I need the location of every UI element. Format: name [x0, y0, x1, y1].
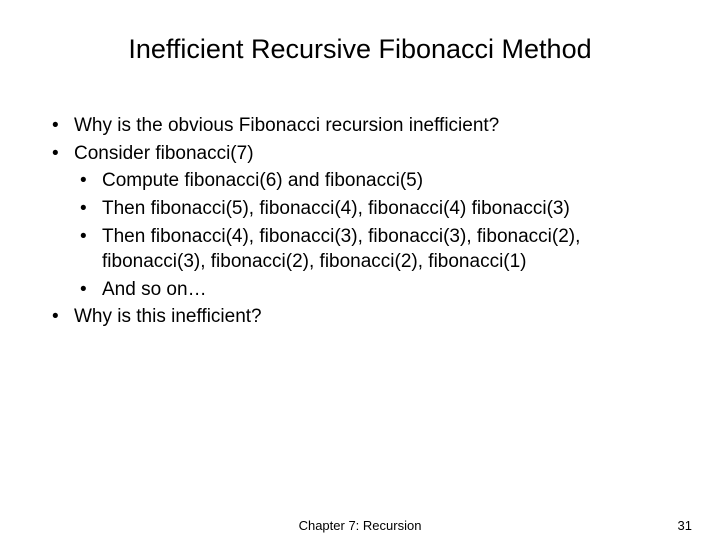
bullet-text: Why is this inefficient?	[74, 306, 262, 327]
sub-bullet-list: Compute fibonacci(6) and fibonacci(5) Th…	[74, 168, 670, 302]
bullet-list: Why is the obvious Fibonacci recursion i…	[50, 113, 670, 330]
sub-bullet-item: Then fibonacci(4), fibonacci(3), fibonac…	[74, 224, 670, 275]
bullet-text: Consider fibonacci(7)	[74, 143, 254, 164]
sub-bullet-item: Compute fibonacci(6) and fibonacci(5)	[74, 168, 670, 194]
page-number: 31	[678, 518, 692, 533]
sub-bullet-item: And so on…	[74, 277, 670, 303]
slide: Inefficient Recursive Fibonacci Method W…	[0, 0, 720, 540]
slide-title: Inefficient Recursive Fibonacci Method	[50, 34, 670, 65]
bullet-text: Compute fibonacci(6) and fibonacci(5)	[102, 170, 423, 191]
sub-bullet-item: Then fibonacci(5), fibonacci(4), fibonac…	[74, 196, 670, 222]
footer-chapter: Chapter 7: Recursion	[299, 518, 422, 533]
bullet-item: Why is the obvious Fibonacci recursion i…	[50, 113, 670, 139]
bullet-text: Why is the obvious Fibonacci recursion i…	[74, 115, 499, 136]
bullet-text: Then fibonacci(4), fibonacci(3), fibonac…	[102, 226, 580, 273]
bullet-text: And so on…	[102, 279, 207, 300]
bullet-item: Consider fibonacci(7) Compute fibonacci(…	[50, 141, 670, 303]
slide-content: Why is the obvious Fibonacci recursion i…	[50, 113, 670, 330]
bullet-text: Then fibonacci(5), fibonacci(4), fibonac…	[102, 198, 570, 219]
bullet-item: Why is this inefficient?	[50, 304, 670, 330]
